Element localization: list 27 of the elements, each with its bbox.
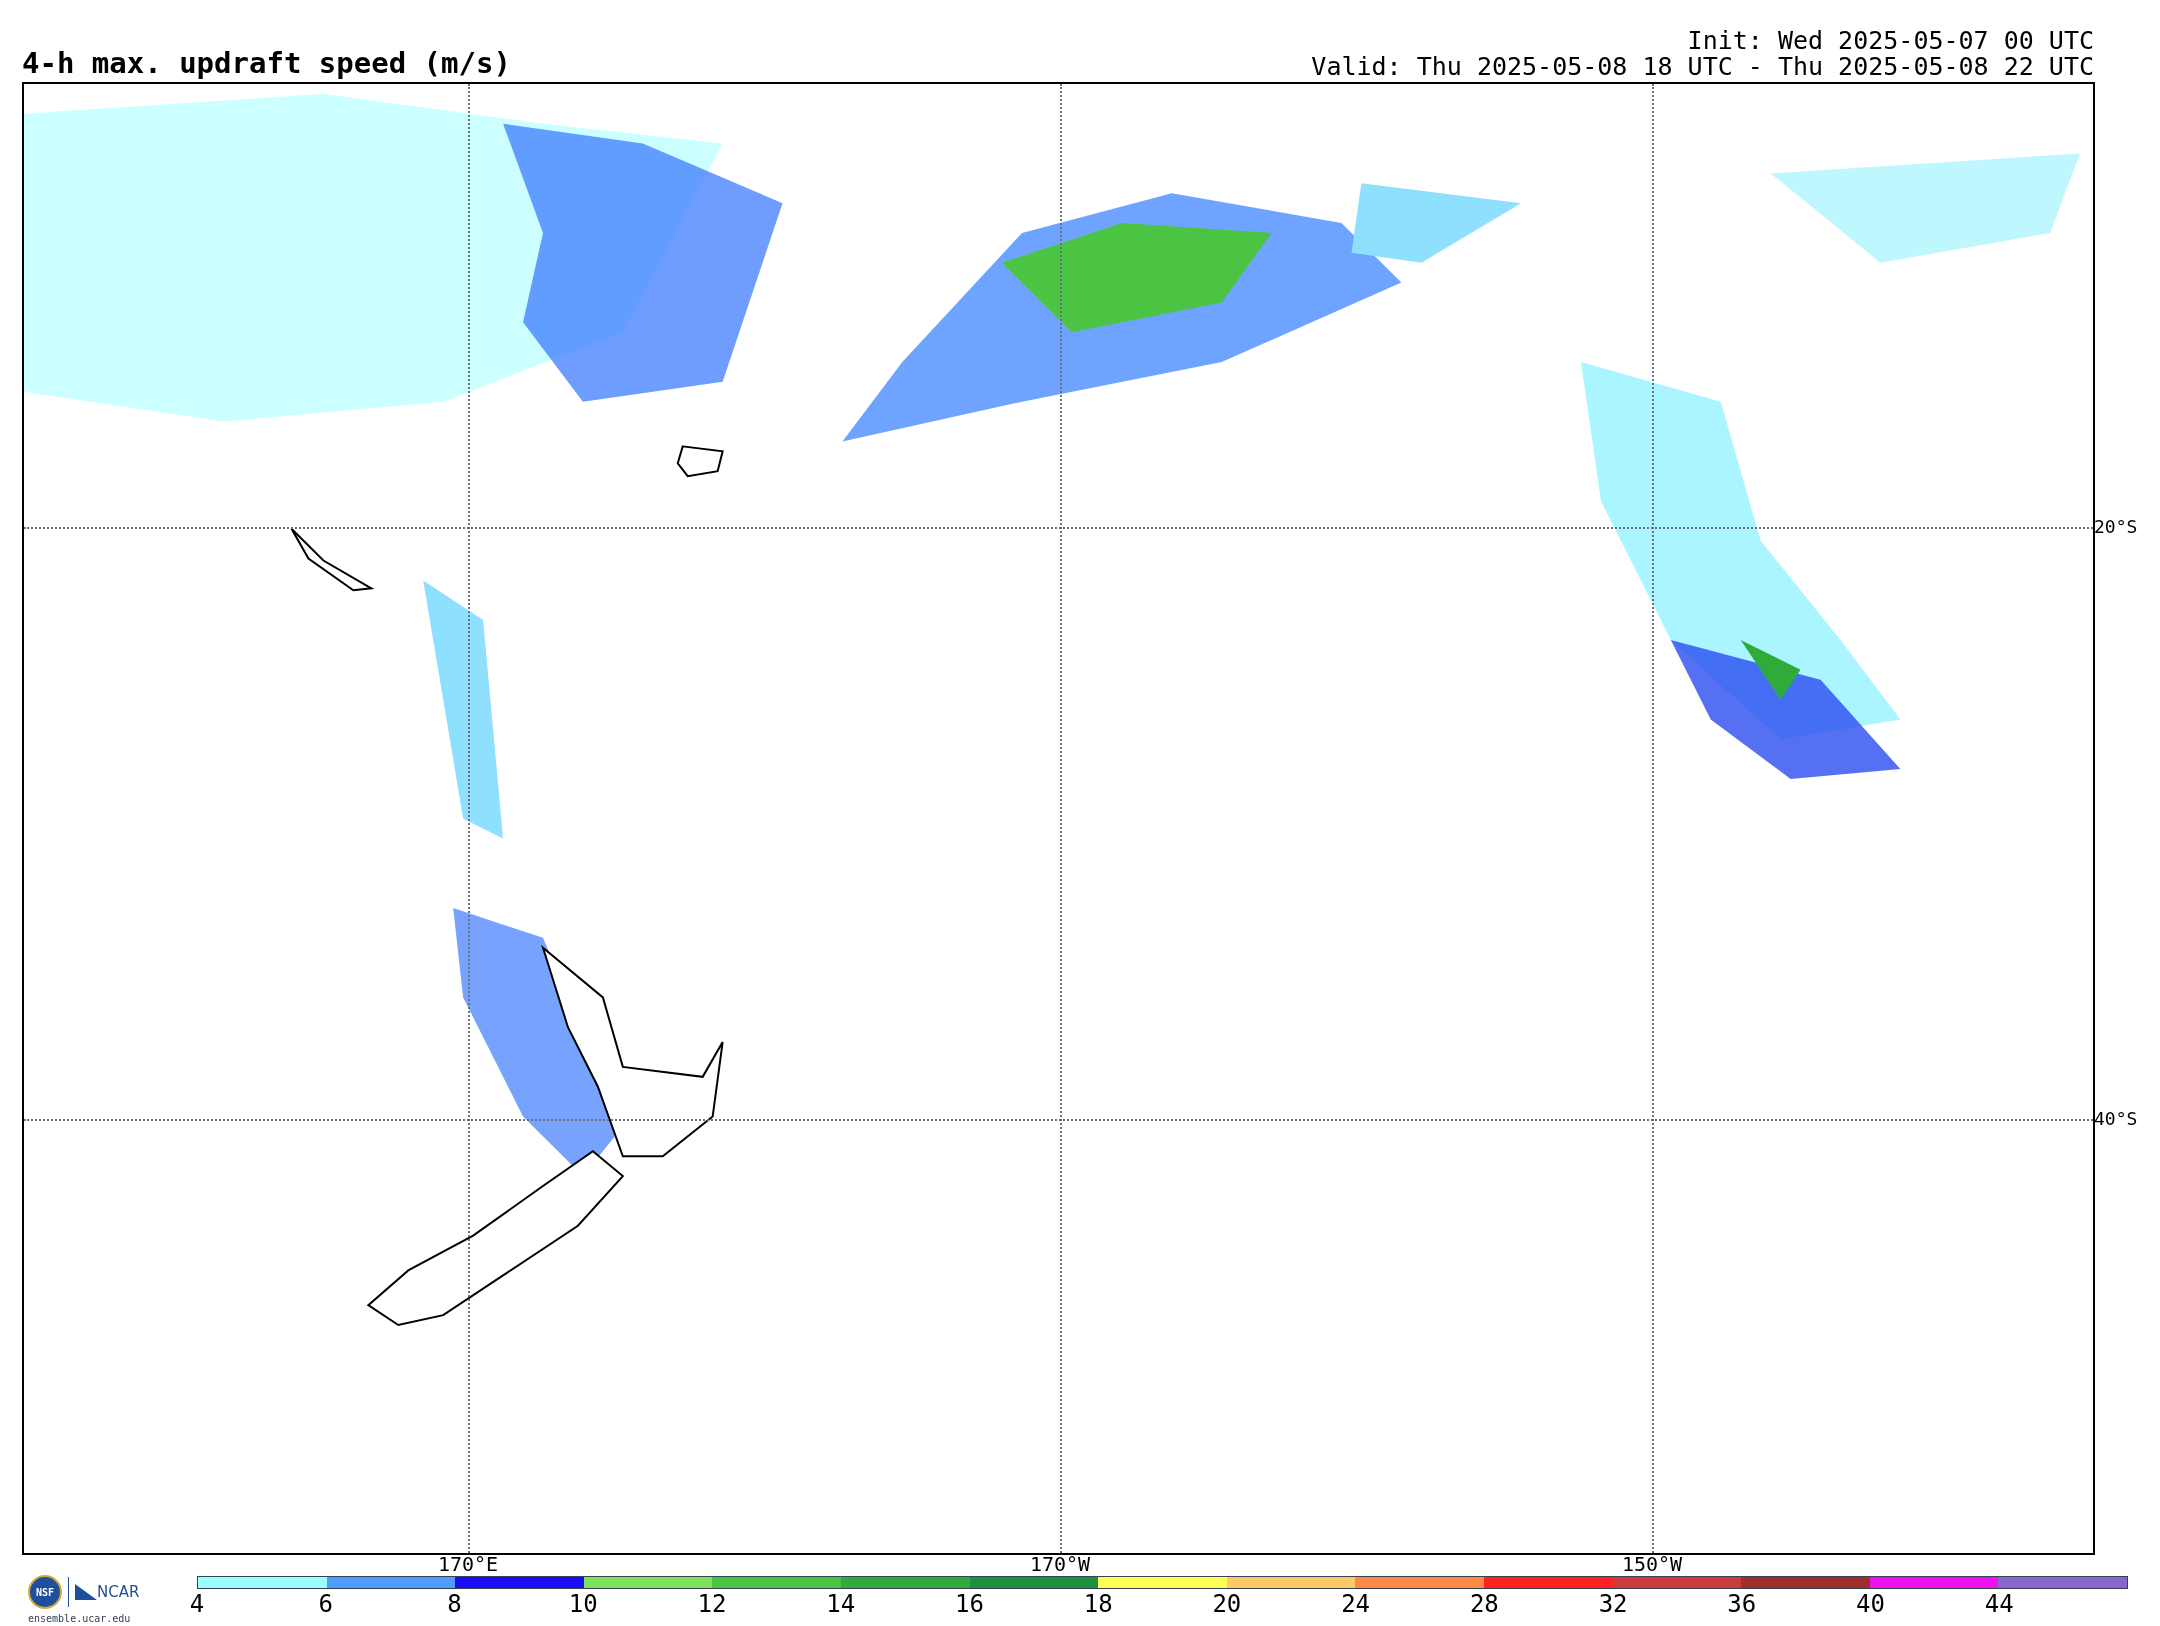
chart-title: 4-h max. updraft speed (m/s) [22,48,511,82]
colorbar-tick-label: 36 [1727,1592,1757,1616]
colorbar-tick-label: 28 [1469,1592,1499,1616]
colorbar-tick-label: 20 [1212,1592,1242,1616]
longitude-label: 170°W [1029,1554,1091,1574]
colorbar-tick-label: 32 [1598,1592,1628,1616]
colorbar-tick-label: 18 [1083,1592,1113,1616]
website-url: ensemble.ucar.edu [28,1612,131,1626]
colorbar-tick-label: 44 [1984,1592,2014,1616]
latitude-label: 40°S [2094,1109,2138,1128]
colorbar-tick-label: 8 [447,1592,462,1616]
nsf-logo: NSF [28,1575,62,1609]
colorbar-tick-label: 16 [954,1592,984,1616]
ncar-logo-icon [75,1584,97,1600]
valid-time: Valid: Thu 2025-05-08 18 UTC - Thu 2025-05-08 22 UTC [1311,53,2094,79]
colorbar-tick-label: 40 [1856,1592,1885,1616]
colorbar-tick-label: 14 [826,1592,856,1616]
latitude-label: 20°S [2094,517,2138,536]
ncar-logo: NCAR [97,1581,140,1603]
colorbar-tick-label: 12 [697,1592,727,1616]
colorbar-tick-label: 4 [189,1592,205,1616]
colorbar-tick-label: 6 [318,1592,333,1616]
longitude-label: 150°W [1621,1554,1683,1574]
init-time: Init: Wed 2025-05-07 00 UTC [1687,27,2094,53]
longitude-label: 170°E [437,1554,499,1574]
colorbar-tick-label: 24 [1341,1592,1371,1616]
colorbar-tick-label: 10 [568,1592,598,1616]
